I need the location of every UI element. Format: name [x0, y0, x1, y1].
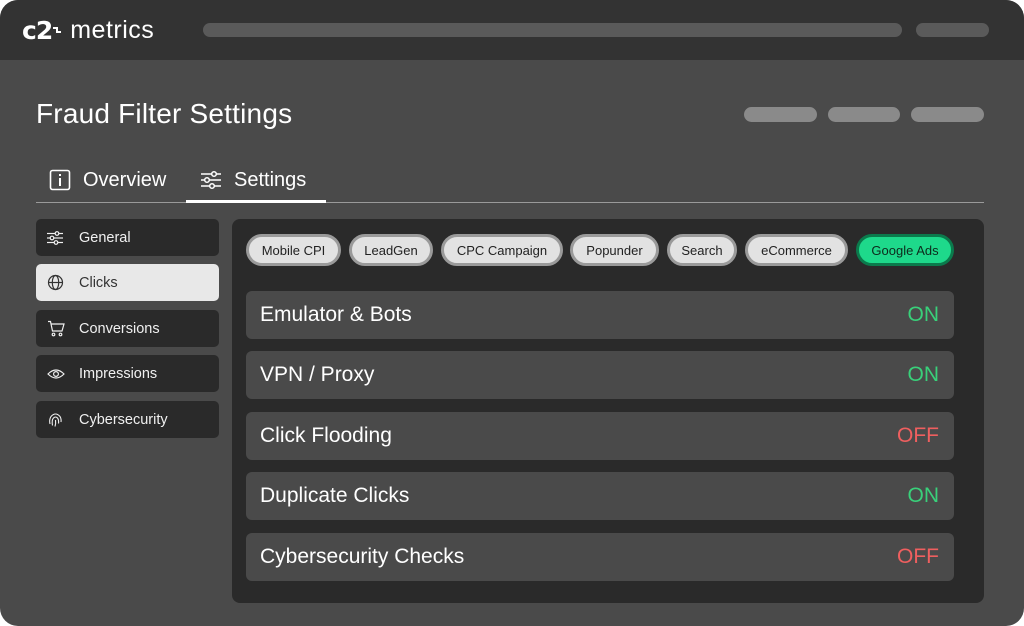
page-title: Fraud Filter Settings — [36, 98, 293, 129]
logo-mark: c2 — [22, 16, 53, 45]
sidebar-item-general[interactable]: General — [36, 219, 219, 256]
tab-overview-label: Overview — [83, 168, 167, 191]
sidebar-item-cybersecurity[interactable]: Cybersecurity — [36, 401, 219, 438]
tab-bar: Overview Settings — [36, 158, 984, 203]
campaign-chip-popunder[interactable]: Popunder — [570, 234, 659, 266]
sidebar-item-label: General — [79, 229, 131, 246]
rule-row-click-flooding[interactable]: Click Flooding OFF — [246, 412, 954, 460]
active-tab-indicator — [186, 200, 326, 203]
sidebar-item-label: Conversions — [79, 320, 160, 337]
search-bar[interactable] — [203, 23, 902, 37]
sidebar-item-clicks[interactable]: Clicks — [36, 264, 219, 301]
tab-settings-label: Settings — [234, 168, 307, 191]
tab-overview[interactable]: Overview — [49, 158, 166, 202]
rule-row-cybersecurity-checks[interactable]: Cybersecurity Checks OFF — [246, 533, 954, 581]
settings-panel: Mobile CPI LeadGen CPC Campaign Popunder… — [232, 219, 984, 603]
campaign-chip-ecommerce[interactable]: eCommerce — [745, 234, 848, 266]
rule-name: Duplicate Clicks — [260, 484, 410, 507]
top-bar: c2 metrics — [0, 0, 1024, 60]
rule-status-toggle[interactable]: OFF — [897, 424, 939, 448]
rule-row-vpn-proxy[interactable]: VPN / Proxy ON — [246, 351, 954, 399]
campaign-chip-mobile-cpi[interactable]: Mobile CPI — [246, 234, 341, 266]
logo-cloud-icon — [50, 24, 64, 38]
sliders-icon — [47, 229, 69, 247]
campaign-chip-cpc-campaign[interactable]: CPC Campaign — [441, 234, 563, 266]
app-window: c2 metrics Fraud Filter Settings Overvie… — [0, 0, 1024, 626]
rule-name: Click Flooding — [260, 424, 392, 447]
header-action-button[interactable] — [911, 107, 984, 122]
top-bar-button[interactable] — [916, 23, 989, 37]
rule-status-toggle[interactable]: ON — [908, 484, 940, 508]
sidebar-item-label: Cybersecurity — [79, 411, 168, 428]
campaign-chip-leadgen[interactable]: LeadGen — [349, 234, 433, 266]
rule-row-duplicate-clicks[interactable]: Duplicate Clicks ON — [246, 472, 954, 520]
sidebar-item-conversions[interactable]: Conversions — [36, 310, 219, 347]
sidebar-item-label: Clicks — [79, 274, 118, 291]
globe-icon — [47, 274, 69, 292]
campaign-chip-search[interactable]: Search — [667, 234, 737, 266]
rule-status-toggle[interactable]: ON — [908, 363, 940, 387]
cart-icon — [47, 320, 69, 338]
info-icon — [49, 169, 71, 191]
rule-name: Emulator & Bots — [260, 303, 412, 326]
logo-text: metrics — [70, 16, 155, 44]
rule-row-emulator-bots[interactable]: Emulator & Bots ON — [246, 291, 954, 339]
tab-settings[interactable]: Settings — [200, 158, 306, 202]
eye-icon — [47, 365, 69, 383]
logo[interactable]: c2 metrics — [22, 16, 154, 45]
campaign-chip-google-ads[interactable]: Google Ads — [856, 234, 954, 266]
rule-status-toggle[interactable]: OFF — [897, 545, 939, 569]
rule-name: Cybersecurity Checks — [260, 545, 465, 568]
header-action-button[interactable] — [744, 107, 817, 122]
sliders-icon — [200, 169, 222, 191]
rule-name: VPN / Proxy — [260, 363, 375, 386]
fingerprint-icon — [47, 411, 69, 429]
rule-status-toggle[interactable]: ON — [908, 303, 940, 327]
sidebar-item-impressions[interactable]: Impressions — [36, 355, 219, 392]
sidebar-item-label: Impressions — [79, 365, 158, 382]
header-action-button[interactable] — [828, 107, 900, 122]
